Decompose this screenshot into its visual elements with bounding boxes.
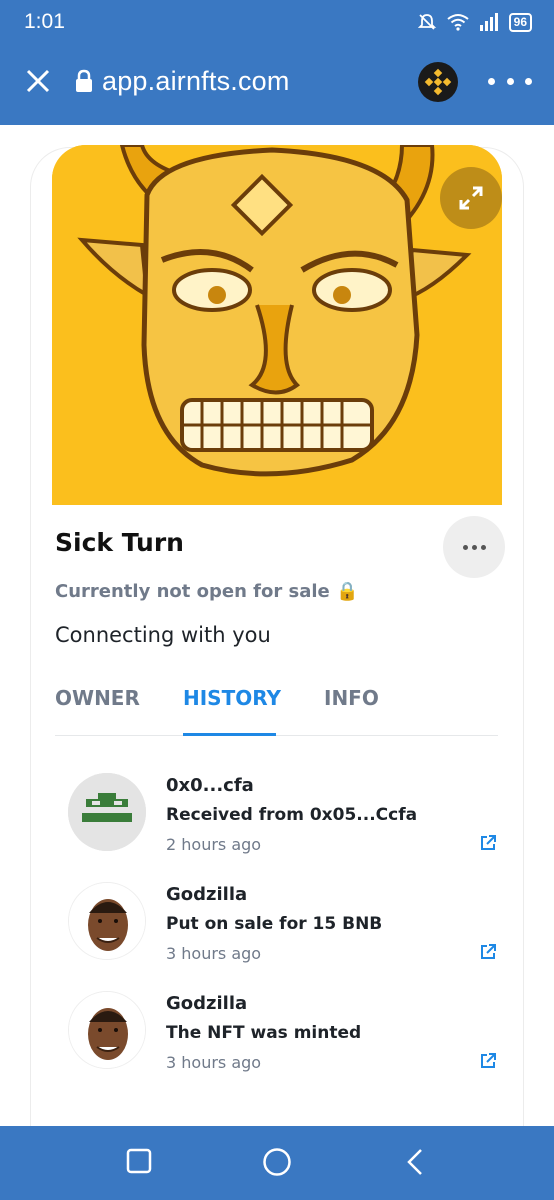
external-link-icon[interactable] [479, 834, 497, 852]
browser-menu-icon[interactable] [488, 70, 532, 92]
history-actor[interactable]: Godzilla [166, 884, 247, 905]
tab-owner[interactable]: OWNER [55, 686, 140, 736]
face-avatar [68, 882, 146, 960]
history-actor[interactable]: 0x0...cfa [166, 775, 254, 796]
pixel-avatar [68, 773, 146, 851]
home-icon[interactable] [262, 1147, 292, 1177]
face-avatar [68, 991, 146, 1069]
bnb-logo-icon[interactable] [418, 62, 458, 102]
wifi-icon [447, 14, 469, 31]
sale-status: Currently not open for sale 🔒 [55, 581, 359, 602]
history-item: Godzilla The NFT was minted 3 hours ago [0, 991, 554, 1091]
nft-artwork[interactable] [52, 145, 502, 505]
tab-info[interactable]: INFO [324, 686, 379, 736]
back-icon[interactable] [404, 1148, 426, 1176]
history-time: 3 hours ago [166, 944, 262, 963]
history-action: Received from 0x05...Ccfa [166, 805, 418, 825]
history-action: The NFT was minted [166, 1023, 362, 1043]
signal-icon [479, 13, 498, 31]
lock-icon [76, 69, 92, 92]
history-actor[interactable]: Godzilla [166, 993, 247, 1014]
nft-title: Sick Turn [55, 528, 184, 557]
history-action: Put on sale for 15 BNB [166, 914, 383, 934]
external-link-icon[interactable] [479, 943, 497, 961]
system-nav-bar [0, 1126, 554, 1200]
expand-icon[interactable] [440, 167, 502, 229]
mute-notification-icon [417, 14, 436, 30]
tab-history[interactable]: HISTORY [183, 686, 281, 736]
nft-subtitle: Connecting with you [55, 623, 271, 647]
more-options-button[interactable] [443, 516, 505, 578]
battery-indicator: 96 [508, 12, 532, 32]
url-text[interactable]: app.airnfts.com [102, 66, 290, 97]
history-time: 3 hours ago [166, 1053, 262, 1072]
status-icons: 96 [417, 12, 532, 32]
browser-chrome: 1:01 96 app.airnfts.com [0, 0, 554, 125]
history-time: 2 hours ago [166, 835, 262, 854]
tab-bar: OWNER HISTORY INFO [55, 686, 498, 736]
recent-apps-icon[interactable] [126, 1148, 152, 1174]
history-item: 0x0...cfa Received from 0x05...Ccfa 2 ho… [0, 773, 554, 873]
status-time: 1:01 [24, 10, 65, 33]
close-icon[interactable] [24, 67, 52, 95]
external-link-icon[interactable] [479, 1052, 497, 1070]
history-item: Godzilla Put on sale for 15 BNB 3 hours … [0, 882, 554, 982]
url-bar: app.airnfts.com [0, 50, 554, 114]
status-bar: 1:01 96 [0, 0, 554, 45]
